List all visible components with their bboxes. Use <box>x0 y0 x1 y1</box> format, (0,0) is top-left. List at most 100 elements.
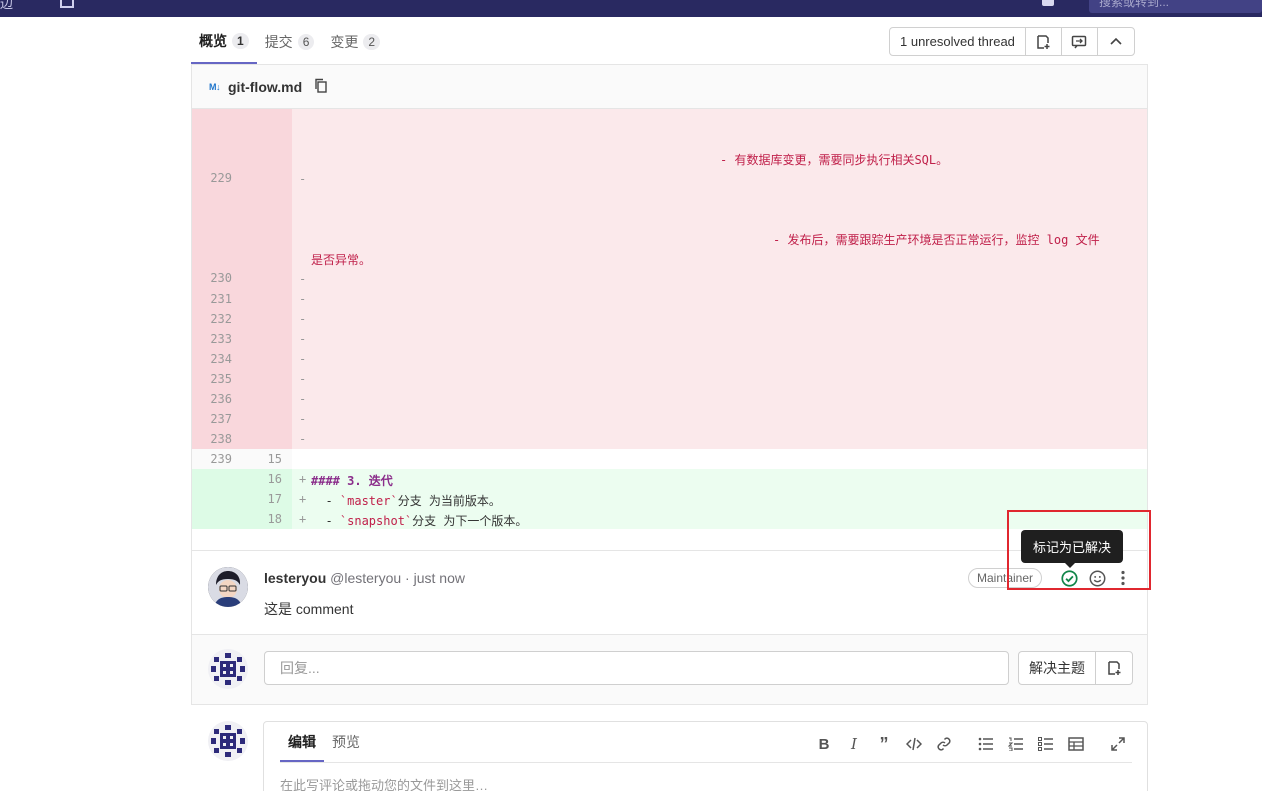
sidebar-toggle-icon[interactable] <box>60 0 74 8</box>
diff-line-deleted: 232 - <box>192 309 1147 329</box>
tab-edit[interactable]: 编辑 <box>280 722 324 762</box>
italic-icon[interactable]: I <box>839 732 869 756</box>
avatar[interactable] <box>208 721 248 761</box>
old-line-number[interactable]: 231 <box>192 289 242 309</box>
old-line-number[interactable]: 237 <box>192 409 242 429</box>
minus-sign: - <box>299 352 307 366</box>
old-line-number[interactable]: 236 <box>192 389 242 409</box>
diff-line-deleted: 236 - <box>192 389 1147 409</box>
new-line-number[interactable]: 17 <box>242 489 292 509</box>
resolve-thread-text-button[interactable]: 解决主题 <box>1019 652 1096 684</box>
diff-line-deleted: 234 - <box>192 349 1147 369</box>
old-line-number <box>192 489 242 509</box>
new-line-number <box>242 289 292 309</box>
file-name-link[interactable]: git-flow.md <box>228 79 302 95</box>
avatar[interactable] <box>208 567 248 607</box>
comment-textarea[interactable]: 在此写评论或拖动您的文件到这里… <box>280 775 488 791</box>
minus-sign: - <box>299 272 307 286</box>
quote-icon[interactable]: ” <box>869 732 899 756</box>
minus-sign: - <box>299 372 307 386</box>
added-code-prefix: - <box>311 514 340 528</box>
plus-sign: + <box>299 492 307 506</box>
old-line-number[interactable]: 238 <box>192 429 242 449</box>
create-issue-button[interactable] <box>1096 652 1132 684</box>
copy-icon <box>315 78 327 93</box>
new-line-number <box>242 109 292 189</box>
diff-line-deleted: 235 - <box>192 369 1147 389</box>
tab-changes[interactable]: 变更 2 <box>322 20 388 64</box>
diff-file-header: M↓ git-flow.md <box>192 65 1147 109</box>
todo-icon[interactable] <box>1042 0 1054 6</box>
new-line-number[interactable]: 18 <box>242 509 292 529</box>
copy-file-path-button[interactable] <box>314 78 328 96</box>
old-line-number[interactable]: 232 <box>192 309 242 329</box>
collapse-threads-button[interactable] <box>1098 28 1134 55</box>
fullscreen-icon[interactable] <box>1103 732 1133 756</box>
diff-line-deleted: 230 - 发布后，需要跟踪生产环境是否正常运行，监控 log 文件 是否异常。… <box>192 189 1147 289</box>
minus-sign: - <box>299 392 307 406</box>
markdown-toolbar: B I ” <box>809 732 1133 756</box>
new-line-number <box>242 309 292 329</box>
user-avatar-image <box>208 567 248 607</box>
old-line-number[interactable]: 230 <box>192 189 242 289</box>
added-code-prefix: - <box>311 494 340 508</box>
old-line-number[interactable]: 229 <box>192 109 242 189</box>
create-issue-for-threads-button[interactable] <box>1026 28 1062 55</box>
identicon-avatar <box>208 721 248 761</box>
minus-sign: - <box>299 332 307 346</box>
annotation-highlight-box <box>1007 510 1151 590</box>
diff-line-deleted: 229 - 有数据库变更，需要同步执行相关SQL。 - <box>192 109 1147 189</box>
author-name[interactable]: lesteryou <box>264 570 326 586</box>
tab-label: 概览 <box>199 33 227 49</box>
reply-input[interactable]: 回复... <box>264 651 1009 685</box>
editor-divider <box>280 762 1132 763</box>
link-icon[interactable] <box>929 732 959 756</box>
old-line-number <box>192 509 242 529</box>
discussion-note: lesteryou @lesteryou · just now 这是 comme… <box>192 550 1147 634</box>
unresolved-thread-count[interactable]: 1 unresolved thread <box>890 28 1026 55</box>
tab-overview[interactable]: 概览 1 <box>191 20 257 64</box>
tab-count-badge: 1 <box>232 33 249 49</box>
numbered-list-icon[interactable] <box>1001 732 1031 756</box>
jump-to-next-thread-button[interactable] <box>1062 28 1098 55</box>
minus-sign: - <box>299 172 307 186</box>
old-line-number <box>192 469 242 489</box>
old-line-number[interactable]: 234 <box>192 349 242 369</box>
resolve-thread-group: 解决主题 <box>1018 651 1133 685</box>
new-line-number <box>242 429 292 449</box>
note-header: lesteryou @lesteryou · just now <box>264 570 465 586</box>
code-icon[interactable] <box>899 732 929 756</box>
old-line-number[interactable]: 235 <box>192 369 242 389</box>
table-icon[interactable] <box>1061 732 1091 756</box>
deleted-code-text-wrap: 是否异常。 <box>311 253 372 267</box>
new-line-number <box>242 389 292 409</box>
thread-controls: 1 unresolved thread <box>889 27 1135 56</box>
bullet-list-icon[interactable] <box>971 732 1001 756</box>
comment-next-icon <box>1072 35 1087 48</box>
diff-line-code: - <box>292 329 1147 349</box>
identicon-avatar <box>208 649 248 689</box>
chevron-up-icon <box>1110 37 1122 45</box>
minus-sign: - <box>299 412 307 426</box>
task-list-icon[interactable] <box>1031 732 1061 756</box>
avatar[interactable] <box>208 649 248 689</box>
new-line-number[interactable]: 15 <box>242 449 292 469</box>
diff-line-deleted: 237 - <box>192 409 1147 429</box>
merge-request-tabs: 概览 1 提交 6 变更 2 <box>191 20 388 64</box>
old-line-number[interactable]: 233 <box>192 329 242 349</box>
minus-sign: - <box>299 432 307 446</box>
added-code-heading: #### 3. 迭代 <box>311 474 393 488</box>
author-meta[interactable]: @lesteryou · just now <box>330 570 465 586</box>
diff-line-added: 16 + #### 3. 迭代 <box>192 469 1147 489</box>
tab-commits[interactable]: 提交 6 <box>257 20 323 64</box>
old-line-number[interactable]: 239 <box>192 449 242 469</box>
diff-line-code: - 发布后，需要跟踪生产环境是否正常运行，监控 log 文件 是否异常。 - <box>292 189 1147 289</box>
minus-sign: - <box>299 292 307 306</box>
search-input[interactable]: 搜索或转到... <box>1089 0 1262 13</box>
bold-icon[interactable]: B <box>809 732 839 756</box>
nav-breadcrumb-fragment[interactable]: 边 <box>0 0 13 12</box>
new-line-number[interactable]: 16 <box>242 469 292 489</box>
diff-line-context: 239 15 <box>192 449 1147 469</box>
tab-preview[interactable]: 预览 <box>324 722 368 762</box>
new-line-number <box>242 189 292 289</box>
